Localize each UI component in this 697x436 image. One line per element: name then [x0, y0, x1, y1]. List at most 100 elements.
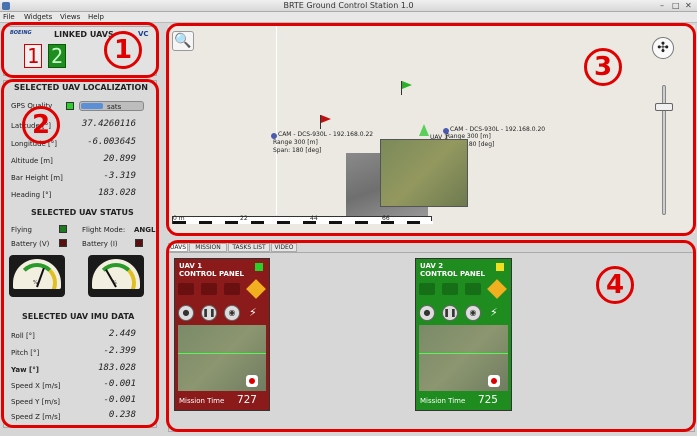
scale-label-0: 0 m — [173, 215, 185, 222]
tab-video[interactable]: VIDEO — [271, 243, 297, 252]
uav-1-warning-icon[interactable] — [246, 279, 266, 299]
zoom-search-icon[interactable]: 🔍 — [172, 31, 194, 51]
cam-2-name: CAM - DCS-930L - 192.168.0.20 — [450, 126, 546, 133]
altitude-label: Altitude [m] — [11, 157, 53, 165]
uav-2-stop-button[interactable]: ◉ — [465, 305, 481, 321]
menu-file[interactable]: File — [3, 13, 15, 21]
compass-icon[interactable]: ✣ — [652, 37, 674, 59]
tab-tasks-list[interactable]: TASKS LIST — [228, 243, 270, 252]
uav-2-panel-title: UAV 2 — [420, 262, 444, 270]
cam-1-span: Span: 180 [deg] — [273, 147, 322, 154]
uav-2-power-icon[interactable]: ⚡ — [490, 306, 504, 320]
uav-2-control-panel: UAV 2 CONTROL PANEL ● ❚❚ ◉ ⚡ Mission Tim… — [415, 258, 512, 411]
yaw-value: 183.028 — [98, 363, 136, 373]
uav-1-mission-time-value: 727 — [237, 393, 257, 406]
uav-1-power-icon[interactable]: ⚡ — [249, 306, 263, 320]
flying-indicator — [59, 225, 67, 233]
uav-2-panel-subtitle: CONTROL PANEL — [420, 270, 485, 278]
pitch-label: Pitch [°] — [11, 349, 40, 357]
map-road — [276, 25, 277, 215]
gps-indicator — [66, 102, 74, 110]
uav-2-pause-button[interactable]: ❚❚ — [442, 305, 458, 321]
menu-help[interactable]: Help — [88, 13, 104, 21]
flight-mode-value: ANGL — [134, 226, 156, 234]
menu-bar: File Widgets Views Help — [0, 12, 697, 23]
battery-v-label: Battery (V) — [11, 240, 50, 248]
roll-value: 2.449 — [108, 329, 136, 339]
maximize-icon[interactable]: □ — [672, 1, 680, 10]
scale-label-22: 22 — [240, 215, 248, 222]
uav-2-camera-button[interactable]: ● — [419, 305, 435, 321]
tab-uavs[interactable]: UAVS — [168, 243, 188, 252]
flight-mode-label: Flight Mode: — [82, 226, 126, 234]
battery-i-indicator — [135, 239, 143, 247]
zoom-slider-handle[interactable] — [655, 103, 673, 111]
uav-2-flag-icon[interactable] — [465, 283, 481, 295]
speed-z-label: Speed Z [m/s] — [11, 413, 61, 421]
sats-bar: sats — [79, 101, 144, 111]
uav-2-record-icon[interactable] — [488, 375, 500, 387]
uav-1-mission-time-label: Mission Time — [179, 397, 225, 405]
bar-height-label: Bar Height [m] — [11, 174, 63, 182]
pitch-value: -2.399 — [103, 346, 136, 356]
menu-views[interactable]: Views — [60, 13, 80, 21]
speed-y-label: Speed Y [m/s] — [11, 398, 60, 406]
minimize-icon[interactable]: – — [660, 1, 664, 10]
scale-label-66: 66 — [382, 215, 390, 222]
speed-z-value: 0.238 — [108, 410, 136, 420]
uav-1-status-indicator — [255, 263, 263, 271]
heading-value: 183.028 — [98, 188, 136, 198]
red-flag-icon — [321, 115, 331, 123]
uav-marker-icon[interactable] — [419, 124, 429, 136]
uav-1-flag-icon[interactable] — [224, 283, 240, 295]
vc-badge: VC — [138, 30, 149, 38]
battery-i-gauge: % — [88, 255, 144, 297]
latitude-value: 37.4260116 — [81, 119, 136, 129]
uav-2-status-indicator — [496, 263, 504, 271]
linked-uavs-title: LINKED UAVS — [54, 30, 114, 39]
uav-2-warning-icon[interactable] — [487, 279, 507, 299]
uav-2-mission-time-label: Mission Time — [420, 397, 466, 405]
battery-i-gauge-unit: % — [112, 280, 117, 286]
uav-2-mission-time-value: 725 — [478, 393, 498, 406]
uav-2-takeoff-icon[interactable] — [419, 283, 435, 295]
imu-title: SELECTED UAV IMU DATA — [22, 312, 135, 321]
uav-1-record-icon[interactable] — [246, 375, 258, 387]
uav-1-camera-button[interactable]: ● — [178, 305, 194, 321]
uav-1-panel-title: UAV 1 — [179, 262, 203, 270]
battery-v-indicator — [59, 239, 67, 247]
annotation-number-2: 2 — [22, 106, 60, 144]
scale-bar — [172, 216, 433, 224]
yaw-label: Yaw [°] — [11, 366, 39, 374]
uav-2-land-icon[interactable] — [442, 283, 458, 295]
flying-label: Flying — [11, 226, 32, 234]
heading-label: Heading [°] — [11, 191, 52, 199]
uav-1-control-panel: UAV 1 CONTROL PANEL ● ❚❚ ◉ ⚡ Mission Tim… — [174, 258, 270, 411]
battery-v-gauge-unit: % — [33, 280, 38, 286]
uav-1-video-feed — [178, 325, 266, 391]
uav-2-selector[interactable]: 2 — [48, 44, 66, 68]
uav-1-takeoff-icon[interactable] — [178, 283, 194, 295]
tab-mission[interactable]: MISSION — [189, 243, 227, 252]
cam-1-name: CAM - DCS-930L - 192.168.0.22 — [278, 131, 374, 138]
roll-label: Roll [°] — [11, 332, 35, 340]
longitude-value: -6.003645 — [87, 137, 136, 147]
title-bar: BRTE Ground Control Station 1.0 – □ ✕ — [0, 0, 697, 12]
menu-widgets[interactable]: Widgets — [24, 13, 52, 21]
uav-1-pause-button[interactable]: ❚❚ — [201, 305, 217, 321]
sats-label: sats — [107, 103, 122, 111]
bar-height-value: -3.319 — [103, 171, 136, 181]
annotation-number-3: 3 — [584, 48, 622, 86]
uav-1-land-icon[interactable] — [201, 283, 217, 295]
battery-v-gauge: % — [9, 255, 65, 297]
battery-i-label: Battery (I) — [82, 240, 118, 248]
boeing-logo: BOEING — [10, 30, 32, 36]
altitude-value: 20.899 — [103, 154, 136, 164]
uav-1-selector[interactable]: 1 — [24, 44, 42, 68]
uav-1-stop-button[interactable]: ◉ — [224, 305, 240, 321]
close-icon[interactable]: ✕ — [685, 1, 692, 10]
uav-2-video-feed — [419, 325, 508, 391]
speed-y-value: -0.001 — [103, 395, 136, 405]
annotation-number-1: 1 — [104, 31, 142, 69]
scale-label-44: 44 — [310, 215, 318, 222]
